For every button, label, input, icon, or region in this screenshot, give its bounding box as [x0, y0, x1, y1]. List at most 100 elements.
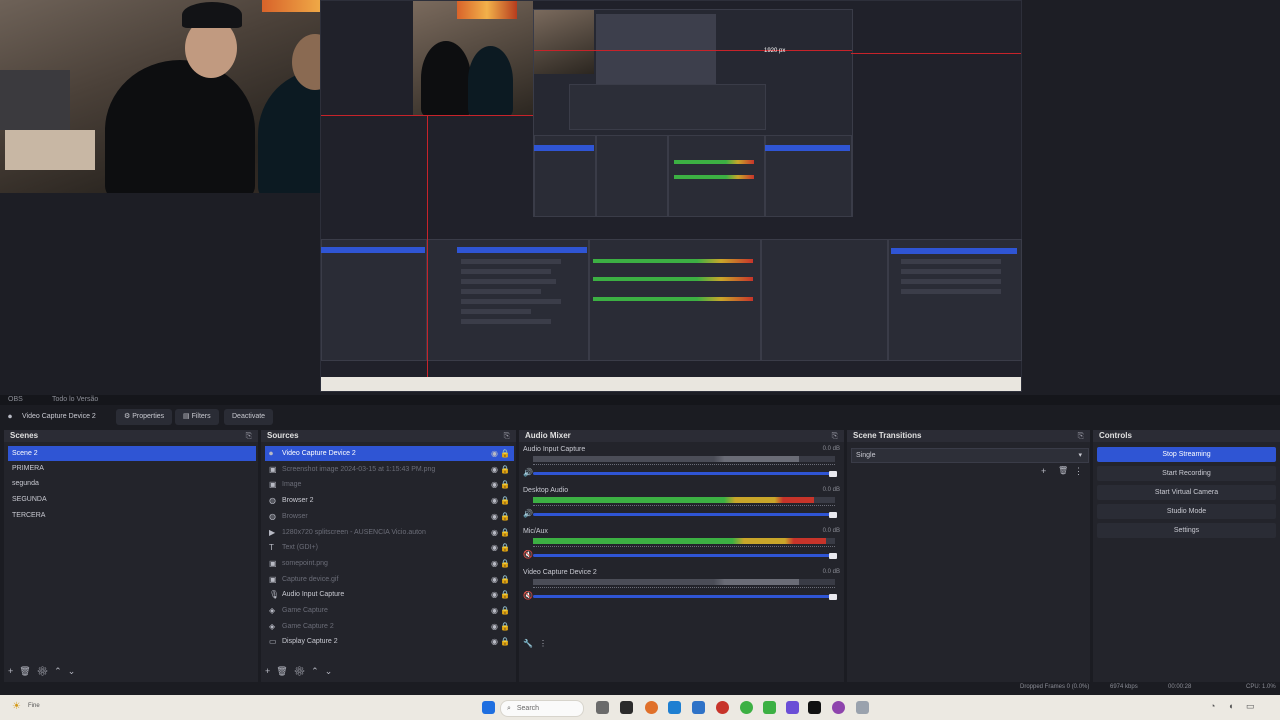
task-view-icon[interactable]	[596, 701, 609, 714]
lock-icon[interactable]: 🔒	[500, 477, 510, 492]
chevron-up-icon[interactable]: ⌃	[54, 666, 68, 676]
dock-settings-icon[interactable]: ⎘	[504, 430, 510, 442]
speaker-muted-icon[interactable]: 🔇	[523, 591, 533, 600]
weather-icon[interactable]: ☀	[12, 701, 21, 712]
visibility-eye-icon[interactable]: ◉	[491, 556, 498, 571]
source-item[interactable]: ▣ Capture device.gif ◉ 🔒	[265, 572, 514, 587]
source-item[interactable]: ◍ Browser 2 ◉ 🔒	[265, 493, 514, 508]
mixer-volume-knob[interactable]	[829, 552, 837, 559]
stop-streaming-button[interactable]: Stop Streaming	[1097, 447, 1276, 462]
trash-icon[interactable]: 🗑	[19, 666, 36, 676]
lock-icon[interactable]: 🔒	[500, 634, 510, 649]
chevron-up-icon[interactable]: ⌃	[311, 666, 325, 676]
visibility-eye-icon[interactable]: ◉	[491, 462, 498, 477]
dock-settings-icon[interactable]: ⎘	[246, 430, 252, 442]
add-icon[interactable]: +	[265, 666, 276, 676]
properties-button[interactable]: ⚙ Properties	[116, 409, 173, 425]
wrench-icon[interactable]: 🔧	[523, 639, 533, 648]
add-icon[interactable]: +	[8, 666, 19, 676]
more-options-icon[interactable]: ⋮	[1074, 466, 1083, 477]
xbox-icon[interactable]	[763, 701, 776, 714]
chevron-down-icon[interactable]: ⌄	[325, 666, 339, 676]
source-item[interactable]: ▣ Image ◉ 🔒	[265, 477, 514, 492]
mixer-volume-knob[interactable]	[829, 593, 837, 600]
add-icon[interactable]: +	[1041, 466, 1046, 476]
source-item[interactable]: 🎙 Audio Input Capture ◉ 🔒	[265, 587, 514, 602]
visibility-eye-icon[interactable]: ◉	[491, 493, 498, 508]
source-item[interactable]: ◈ Game Capture 2 ◉ 🔒	[265, 619, 514, 634]
mixer-volume-slider[interactable]	[533, 472, 835, 475]
filter-icon[interactable]: ⚙	[37, 666, 54, 676]
visibility-eye-icon[interactable]: ◉	[491, 509, 498, 524]
visibility-eye-icon[interactable]: ◉	[491, 603, 498, 618]
settings-app-icon[interactable]	[856, 701, 869, 714]
edge-icon[interactable]	[668, 701, 681, 714]
start-menu-icon[interactable]	[482, 701, 495, 714]
lock-icon[interactable]: 🔒	[500, 587, 510, 602]
visibility-eye-icon[interactable]: ◉	[491, 477, 498, 492]
menu-item-obs[interactable]: OBS	[8, 396, 23, 403]
lock-icon[interactable]: 🔒	[500, 572, 510, 587]
wifi-icon[interactable]: ◔	[1210, 701, 1215, 711]
scene-item[interactable]: Scene 2	[8, 446, 256, 461]
deactivate-button[interactable]: Deactivate	[224, 409, 274, 425]
visibility-eye-icon[interactable]: ◉	[491, 634, 498, 649]
lock-icon[interactable]: 🔒	[500, 603, 510, 618]
discord-icon[interactable]	[786, 701, 799, 714]
more-options-icon[interactable]: ⋮	[539, 639, 547, 648]
speaker-muted-icon[interactable]: 🔇	[523, 550, 533, 559]
scene-item[interactable]: segunda	[8, 476, 256, 491]
speaker-icon[interactable]: 🔊	[523, 509, 533, 518]
scene-item[interactable]: TERCERA	[8, 508, 256, 523]
lock-icon[interactable]: 🔒	[500, 446, 510, 461]
visibility-eye-icon[interactable]: ◉	[491, 587, 498, 602]
mixer-volume-slider[interactable]	[533, 595, 835, 598]
taskbar-search[interactable]: ⌕ Search	[500, 700, 584, 717]
source-item[interactable]: ◈ Game Capture ◉ 🔒	[265, 603, 514, 618]
scene-item[interactable]: PRIMERA	[8, 461, 256, 476]
lock-icon[interactable]: 🔒	[500, 556, 510, 571]
firefox-icon[interactable]	[645, 701, 658, 714]
trash-icon[interactable]: 🗑	[1058, 466, 1068, 475]
settings-button[interactable]: Settings	[1097, 523, 1276, 538]
music-app-icon[interactable]	[716, 701, 729, 714]
mixer-volume-slider[interactable]	[533, 513, 835, 516]
obs-icon[interactable]	[808, 701, 821, 714]
mail-icon[interactable]	[692, 701, 705, 714]
app-icon[interactable]	[832, 701, 845, 714]
studio-mode-button[interactable]: Studio Mode	[1097, 504, 1276, 519]
filters-button[interactable]: ▤ Filters	[175, 409, 219, 425]
lock-icon[interactable]: 🔒	[500, 493, 510, 508]
dock-settings-icon[interactable]: ⎘	[1078, 430, 1084, 442]
visibility-eye-icon[interactable]: ◉	[491, 540, 498, 555]
lock-icon[interactable]: 🔒	[500, 509, 510, 524]
visibility-eye-icon[interactable]: ◉	[491, 572, 498, 587]
preview-canvas[interactable]: 1920 px	[0, 0, 1280, 395]
volume-icon[interactable]: ◖	[1228, 701, 1233, 711]
visibility-eye-icon[interactable]: ◉	[491, 619, 498, 634]
chrome-icon[interactable]	[740, 701, 753, 714]
lock-icon[interactable]: 🔒	[500, 462, 510, 477]
speaker-icon[interactable]: 🔊	[523, 468, 533, 477]
source-item[interactable]: ▶ 1280x720 splitscreen - AUSENCIA Vicio.a…	[265, 525, 514, 540]
source-item[interactable]: ▭ Display Capture 2 ◉ 🔒	[265, 634, 514, 649]
source-item[interactable]: T Text (GDI+) ◉ 🔒	[265, 540, 514, 555]
start-virtual-camera-button[interactable]: Start Virtual Camera	[1097, 485, 1276, 500]
scene-item[interactable]: SEGUNDA	[8, 492, 256, 507]
battery-icon[interactable]: ▭	[1246, 701, 1255, 712]
terminal-icon[interactable]	[620, 701, 633, 714]
source-item[interactable]: ▣ Screenshot image 2024-03-15 at 1:15:43 …	[265, 462, 514, 477]
visibility-eye-icon[interactable]: ◉	[491, 446, 498, 461]
dock-settings-icon[interactable]: ⎘	[832, 430, 838, 442]
visibility-eye-icon[interactable]: ◉	[491, 525, 498, 540]
source-item[interactable]: ▣ somepoint.png ◉ 🔒	[265, 556, 514, 571]
source-item[interactable]: ⏺ Video Capture Device 2 ◉ 🔒	[265, 446, 514, 461]
mixer-volume-knob[interactable]	[829, 511, 837, 518]
lock-icon[interactable]: 🔒	[500, 619, 510, 634]
menu-item-view[interactable]: Todo lo Versão	[52, 396, 98, 403]
lock-icon[interactable]: 🔒	[500, 525, 510, 540]
gear-icon[interactable]: ⚙	[294, 666, 311, 676]
mixer-volume-knob[interactable]	[829, 470, 837, 477]
lock-icon[interactable]: 🔒	[500, 540, 510, 555]
source-item[interactable]: ◍ Browser ◉ 🔒	[265, 509, 514, 524]
